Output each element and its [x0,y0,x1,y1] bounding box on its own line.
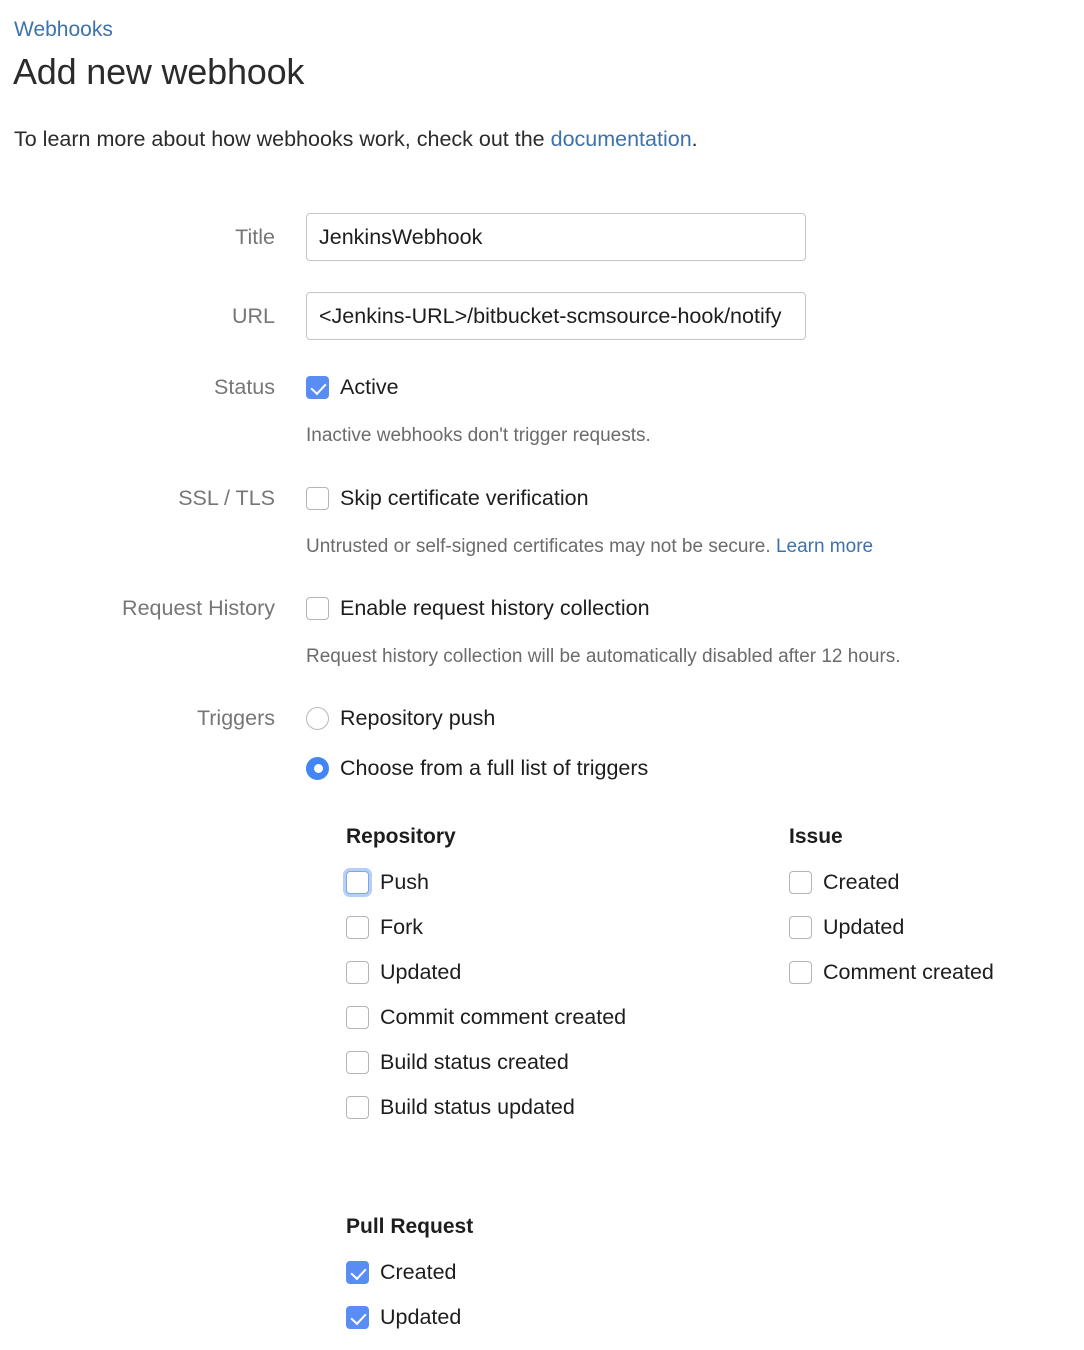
trigger-label-repository-updated: Updated [380,960,462,984]
skip-cert-verification-checkbox[interactable] [306,486,329,510]
trigger-label-issue-updated: Updated [823,915,905,939]
trigger-label-repository-fork: Fork [380,915,423,939]
trigger-label-repository-commit-comment-created: Commit comment created [380,1005,627,1029]
trigger-radio-full-list-label: Choose from a full list of triggers [340,756,649,780]
trigger-item-repository-fork[interactable]: Fork [346,913,626,941]
triggers-label: Triggers [196,706,275,730]
documentation-link[interactable]: documentation [551,127,692,151]
trigger-checkbox-repository-updated[interactable] [346,960,369,984]
trigger-checkbox-issue-updated[interactable] [789,915,812,939]
url-label: URL [231,304,275,328]
trigger-checkbox-repository-build-status-created[interactable] [346,1050,369,1074]
page-title: Add new webhook [13,51,305,92]
trigger-group-issue-list: Created Updated Comment created [789,868,994,986]
breadcrumb-webhooks[interactable]: Webhooks [14,17,113,43]
trigger-group-pull-request-title: Pull Request [346,1215,474,1238]
ssl-tls-label: SSL / TLS [178,486,275,510]
trigger-group-repository-list: Push Fork Updated Commit comment created [346,868,626,1121]
learn-more-link[interactable]: Learn more [776,536,873,557]
trigger-label-issue-created: Created [823,870,900,894]
intro-suffix: . [691,127,698,151]
trigger-item-repository-updated[interactable]: Updated [346,958,626,986]
trigger-label-pull-request-created: Created [380,1260,457,1284]
trigger-label-repository-push: Push [380,870,430,894]
request-history-checkbox-row[interactable]: Enable request history collection [306,594,650,622]
trigger-item-pull-request-created[interactable]: Created [346,1258,473,1286]
trigger-item-issue-updated[interactable]: Updated [789,913,994,941]
status-active-checkbox-row[interactable]: Active [306,373,399,401]
ssl-tls-help-sentence: Untrusted or self-signed certificates ma… [306,536,776,557]
intro-prefix: To learn more about how webhooks work, c… [14,127,551,151]
trigger-label-pull-request-updated: Updated [380,1305,462,1329]
request-history-checkbox-label: Enable request history collection [340,596,650,620]
url-input[interactable] [306,292,806,340]
trigger-item-issue-created[interactable]: Created [789,868,994,896]
trigger-item-repository-commit-comment-created[interactable]: Commit comment created [346,1003,626,1031]
trigger-radio-repository-push-label: Repository push [340,706,496,730]
title-input[interactable] [306,213,806,261]
title-label: Title [235,225,275,249]
request-history-label: Request History [122,596,275,620]
trigger-radio-repository-push[interactable] [306,706,329,730]
trigger-item-repository-build-status-updated[interactable]: Build status updated [346,1093,626,1121]
trigger-group-issue-title: Issue [789,825,843,848]
trigger-item-pull-request-updated[interactable]: Updated [346,1303,473,1331]
trigger-label-issue-comment-created: Comment created [823,960,994,984]
trigger-item-repository-push[interactable]: Push [346,868,626,896]
trigger-radio-full-list[interactable] [306,756,329,780]
ssl-tls-help-text: Untrusted or self-signed certificates ma… [306,534,873,560]
status-label: Status [214,375,275,399]
trigger-checkbox-repository-fork[interactable] [346,915,369,939]
trigger-checkbox-repository-commit-comment-created[interactable] [346,1005,369,1029]
status-active-label: Active [340,375,399,399]
trigger-checkbox-repository-push[interactable] [346,870,369,894]
trigger-radio-full-list-row[interactable]: Choose from a full list of triggers [306,754,648,782]
trigger-group-pull-request-list: Created Updated [346,1258,473,1331]
request-history-help-text: Request history collection will be autom… [306,646,901,667]
skip-cert-verification-label: Skip certificate verification [340,486,589,510]
trigger-item-issue-comment-created[interactable]: Comment created [789,958,994,986]
trigger-group-issue: Issue Created Updated Comment created [789,823,994,986]
trigger-checkbox-repository-build-status-updated[interactable] [346,1095,369,1119]
trigger-item-repository-build-status-created[interactable]: Build status created [346,1048,626,1076]
trigger-group-repository-title: Repository [346,825,456,848]
intro-text: To learn more about how webhooks work, c… [14,124,698,154]
request-history-checkbox[interactable] [306,596,329,620]
trigger-checkbox-issue-created[interactable] [789,870,812,894]
skip-cert-verification-checkbox-row[interactable]: Skip certificate verification [306,484,589,512]
trigger-label-repository-build-status-updated: Build status updated [380,1095,575,1119]
trigger-checkbox-issue-comment-created[interactable] [789,960,812,984]
status-active-checkbox[interactable] [306,375,329,399]
trigger-checkbox-pull-request-created[interactable] [346,1260,369,1284]
status-help-text: Inactive webhooks don't trigger requests… [306,425,651,446]
trigger-radio-repository-push-row[interactable]: Repository push [306,704,495,732]
trigger-label-repository-build-status-created: Build status created [380,1050,569,1074]
trigger-checkbox-pull-request-updated[interactable] [346,1305,369,1329]
